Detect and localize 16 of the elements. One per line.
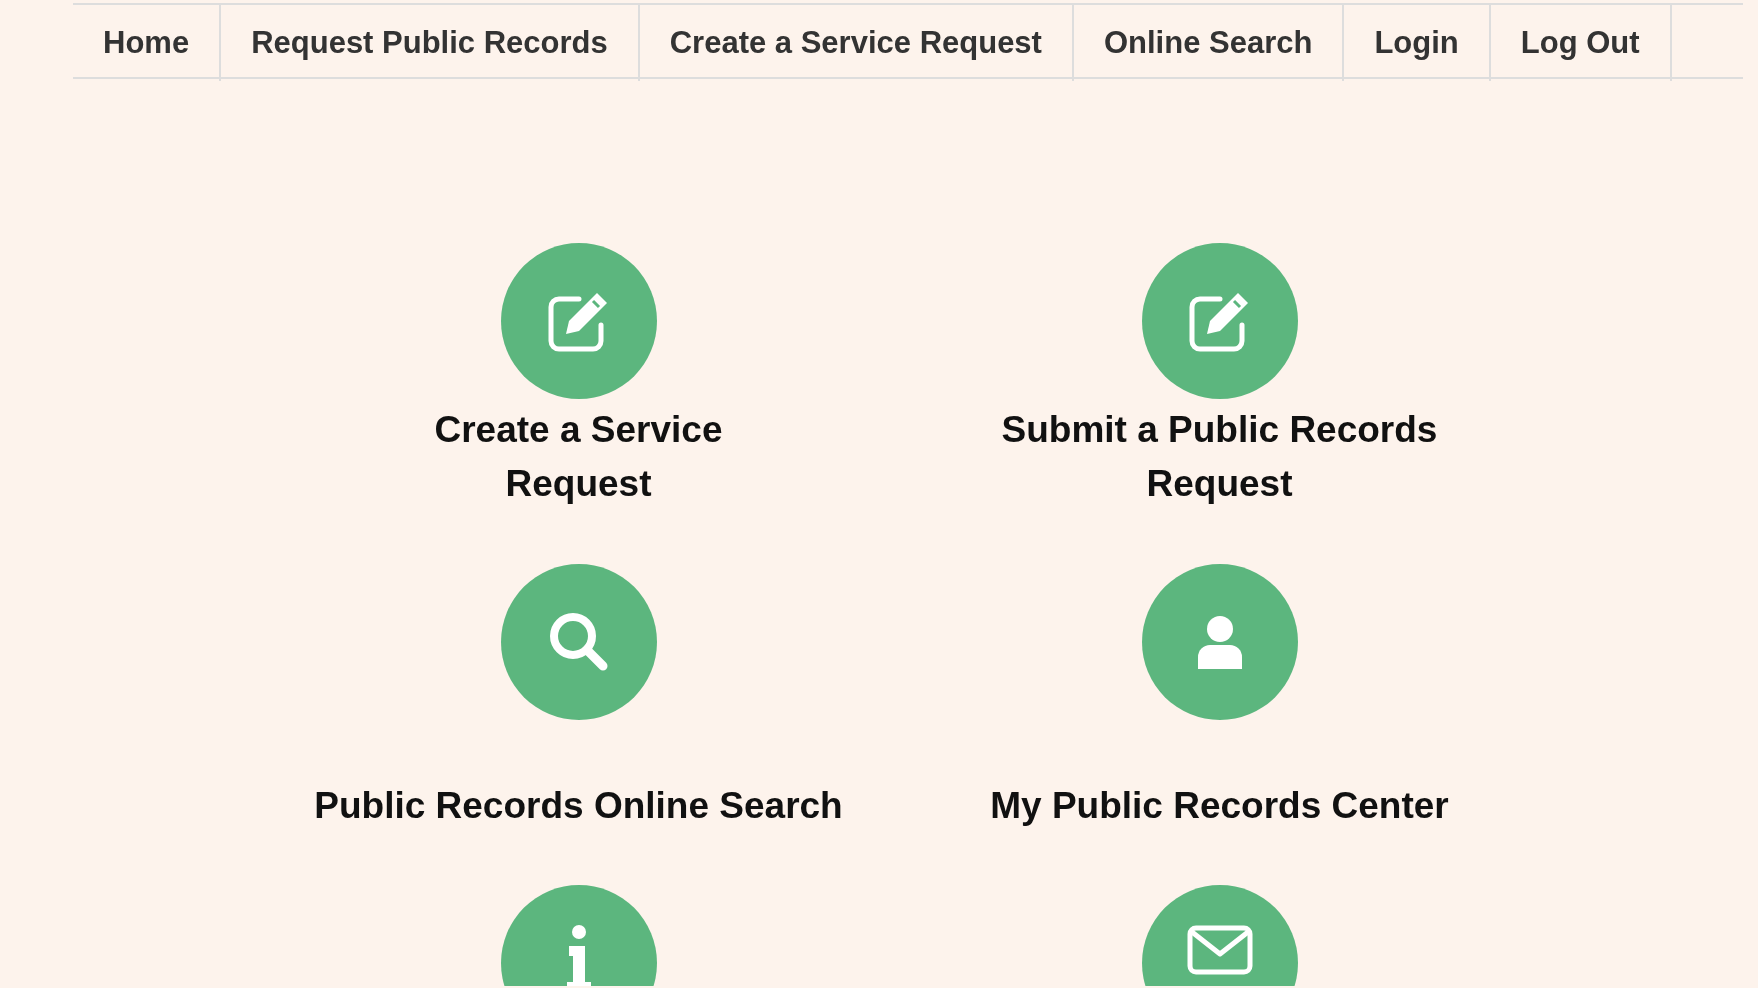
tile-title[interactable]: Create a Service Request [358,402,799,511]
nav-link[interactable]: Log Out [1490,5,1672,81]
tile-title[interactable]: Public Records Online Search [314,778,843,833]
nav-link[interactable]: Request Public Records [221,5,640,81]
info-icon [566,925,591,986]
envelope-icon [1186,925,1253,975]
tile-title[interactable]: Submit a Public Records Request [999,402,1440,511]
edit-icon [547,290,610,352]
search-icon [549,613,608,671]
nav-link[interactable]: Home [73,5,222,81]
nav-link[interactable]: Create a Service Request [639,5,1074,81]
edit-icon [1188,290,1251,352]
nav-link[interactable]: Login [1344,5,1491,81]
tile-title[interactable]: My Public Records Center [990,778,1449,833]
user-icon [1197,615,1242,669]
nav-link[interactable]: Online Search [1073,5,1345,81]
